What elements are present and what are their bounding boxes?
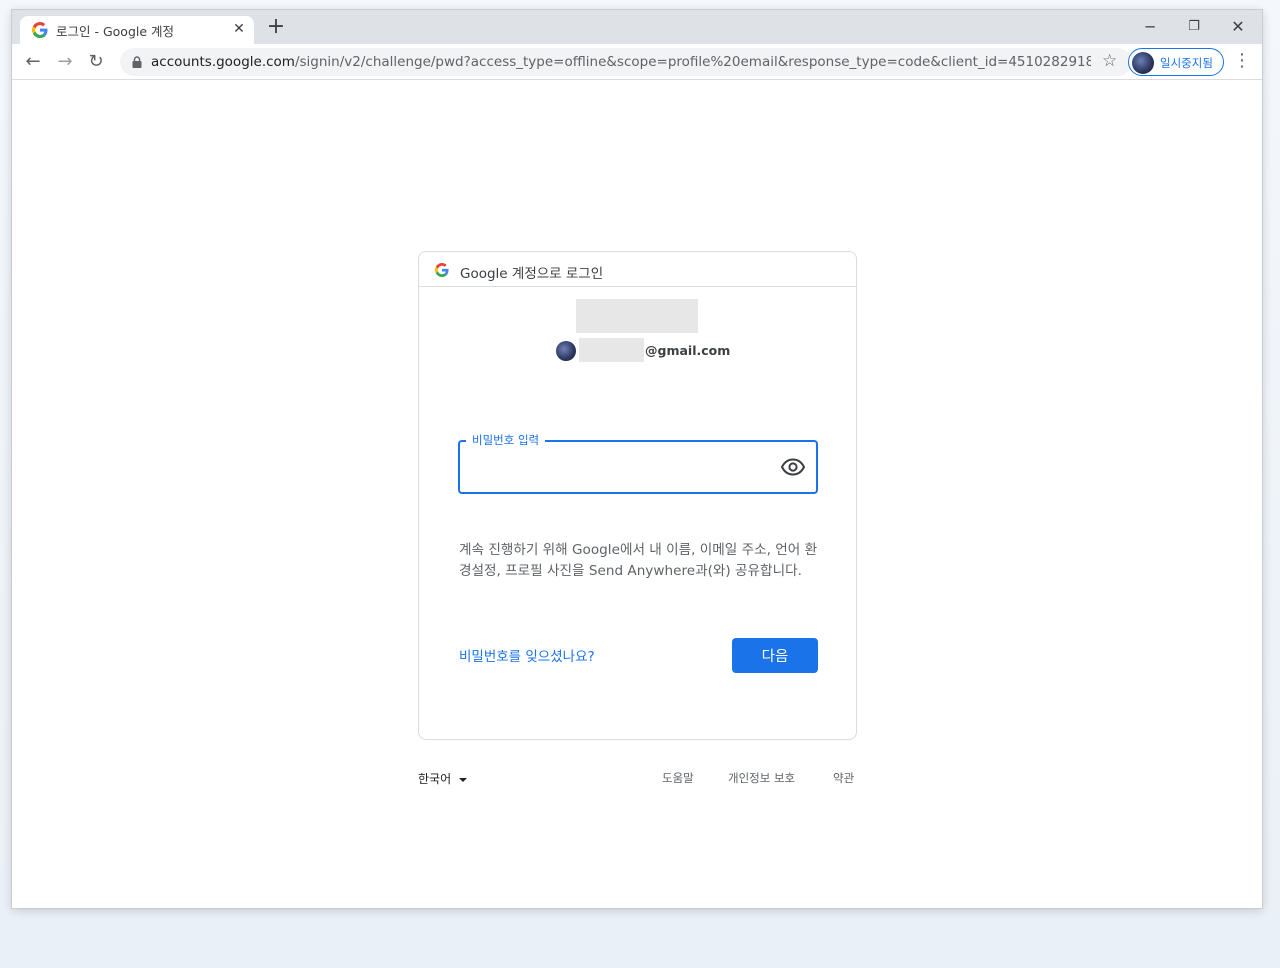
terms-link[interactable]: 약관 [833, 770, 854, 786]
minimize-icon[interactable]: ─ [1128, 14, 1172, 40]
language-select[interactable]: 한국어 [418, 770, 468, 787]
redacted-email [579, 338, 644, 362]
new-tab-button[interactable]: + [264, 16, 288, 40]
password-input[interactable] [474, 454, 774, 480]
tab-active[interactable]: 로그인 - Google 계정 ✕ [20, 16, 254, 44]
lock-icon [132, 56, 142, 68]
url-text: accounts.google.com/signin/v2/challenge/… [151, 54, 1091, 70]
profile-status-label: 일시중지됨 [1160, 56, 1213, 70]
url-host: accounts.google.com [151, 54, 295, 70]
language-label: 한국어 [418, 772, 452, 786]
signin-card: Google 계정으로 로그인 @gmail.com 비밀번호 입력 계속 진행… [418, 251, 857, 740]
help-link[interactable]: 도움말 [662, 770, 694, 786]
next-button[interactable]: 다음 [732, 638, 818, 673]
tab-strip: 로그인 - Google 계정 ✕ + ─ ❐ ✕ [12, 10, 1262, 44]
eye-icon[interactable] [781, 458, 805, 476]
page-content: Google 계정으로 로그인 @gmail.com 비밀번호 입력 계속 진행… [12, 81, 1262, 908]
consent-text: 계속 진행하기 위해 Google에서 내 이름, 이메일 주소, 언어 환경설… [459, 542, 818, 579]
address-bar[interactable]: accounts.google.com/signin/v2/challenge/… [120, 48, 1132, 76]
star-icon[interactable]: ☆ [1102, 51, 1117, 71]
profile-button[interactable]: 일시중지됨 [1128, 48, 1224, 76]
avatar [556, 341, 576, 361]
google-g-icon [32, 22, 48, 38]
password-label: 비밀번호 입력 [466, 432, 546, 448]
url-path: /signin/v2/challenge/pwd?access_type=off… [294, 54, 1091, 70]
forward-icon[interactable]: → [52, 49, 78, 75]
close-icon[interactable]: ✕ [230, 20, 248, 38]
forgot-password-link[interactable]: 비밀번호를 잊으셨나요? [459, 645, 595, 665]
kebab-menu-icon[interactable]: ⋮ [1232, 50, 1252, 74]
card-header: Google 계정으로 로그인 [419, 252, 856, 287]
browser-toolbar: ← → ↻ accounts.google.com/signin/v2/chal… [12, 44, 1262, 80]
footer: 한국어 도움말 개인정보 보호 약관 [418, 770, 857, 790]
privacy-link[interactable]: 개인정보 보호 [728, 770, 795, 786]
email-domain: @gmail.com [645, 343, 731, 358]
chevron-down-icon [459, 777, 468, 782]
reload-icon[interactable]: ↻ [83, 49, 109, 75]
tab-title: 로그인 - Google 계정 [56, 24, 175, 39]
window-close-icon[interactable]: ✕ [1216, 14, 1260, 40]
redacted-name [576, 299, 698, 333]
password-field[interactable] [458, 440, 818, 494]
avatar [1132, 52, 1154, 74]
restore-icon[interactable]: ❐ [1172, 14, 1216, 40]
back-icon[interactable]: ← [20, 49, 46, 75]
card-title: Google 계정으로 로그인 [460, 266, 604, 282]
google-g-icon [435, 263, 449, 277]
browser-window: 로그인 - Google 계정 ✕ + ─ ❐ ✕ ← → ↻ accounts… [12, 10, 1262, 908]
